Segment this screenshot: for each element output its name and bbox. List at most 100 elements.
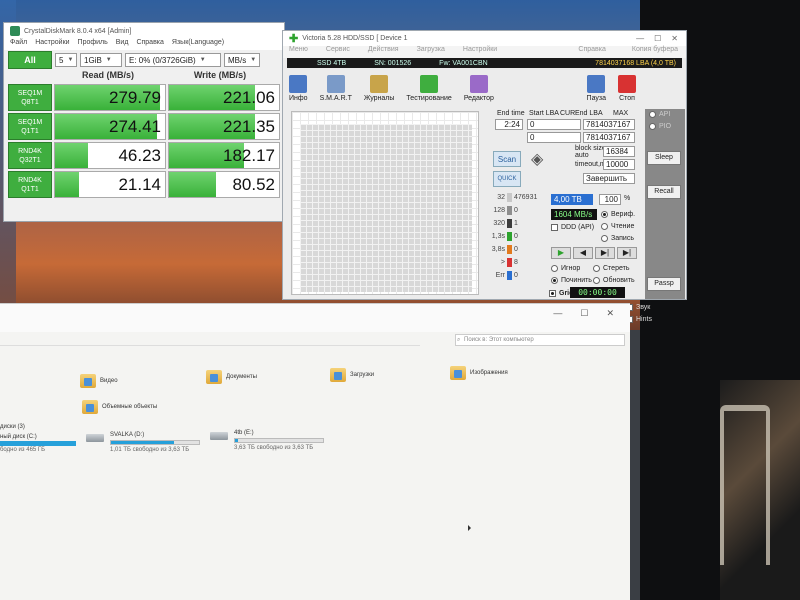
address-bar[interactable]	[0, 334, 420, 346]
window-controls: — ☐ ✕	[636, 34, 686, 43]
vic-menu-help[interactable]: Справка	[578, 46, 613, 58]
erase-option[interactable]: Стереть	[593, 265, 629, 272]
latency-swatch	[507, 245, 512, 254]
minimize-icon[interactable]: —	[636, 34, 644, 43]
all-button[interactable]: All	[8, 51, 52, 69]
remap-option[interactable]: Починить	[551, 277, 592, 284]
test-button[interactable]: SEQ1M Q8T1	[8, 84, 52, 111]
vic-menu-clipboard[interactable]: Копия буфера	[632, 46, 686, 58]
stop-button[interactable]: Стоп	[618, 75, 636, 102]
drive-d[interactable]: SVALKA (D:) 1,01 ТБ свободно из 3,63 ТБ	[86, 432, 206, 456]
count-select[interactable]: 5 ▼	[55, 53, 77, 67]
latency-count: 0	[514, 246, 518, 253]
search-input[interactable]: ⌕ Поиск в: Этот компьютер	[455, 334, 625, 346]
vic-menu-actions[interactable]: Действия	[368, 46, 399, 58]
refresh-option[interactable]: Обновить	[593, 277, 635, 284]
pause-button[interactable]: Пауза	[587, 75, 606, 102]
cdm-menu-help[interactable]: Справка	[136, 39, 163, 50]
latency-threshold: >	[500, 259, 505, 266]
read-option[interactable]: Чтение	[601, 223, 634, 230]
test-button[interactable]: SEQ1M Q1T1	[8, 113, 52, 140]
back-button[interactable]: ◀	[573, 247, 593, 259]
end-lba-field[interactable]: 7814037167	[583, 119, 635, 130]
vic-menu-main[interactable]: Меню	[289, 46, 308, 58]
close-icon[interactable]: ✕	[606, 308, 614, 319]
count-value: 5	[59, 55, 64, 65]
test-name: SEQ1M	[17, 89, 43, 97]
cdm-menu-view[interactable]: Вид	[116, 39, 129, 50]
cdm-menu-file[interactable]: Файл	[10, 39, 27, 50]
verify-option[interactable]: Вериф.	[601, 211, 635, 218]
vic-menu-load[interactable]: Загрузка	[417, 46, 445, 58]
latency-threshold: Err	[495, 272, 505, 279]
device-firmware: Fw: VA001CBN	[439, 59, 488, 67]
unit-value: MB/s	[228, 55, 247, 65]
unit-select[interactable]: MB/s ▼	[224, 53, 260, 67]
test-button[interactable]: RND4K Q1T1	[8, 171, 52, 198]
write-value: 80.52	[232, 175, 275, 194]
drive-select[interactable]: E: 0% (0/3726GiB) ▼	[125, 53, 221, 67]
hints-label: Hints	[636, 316, 652, 323]
write-option[interactable]: Запись	[601, 235, 634, 242]
close-icon[interactable]: ✕	[671, 34, 678, 43]
action-select[interactable]: Завершить	[583, 173, 635, 184]
refresh-label: Обновить	[603, 277, 635, 284]
api-option[interactable]: API	[649, 111, 670, 118]
sleep-button[interactable]: Sleep	[647, 151, 681, 165]
folder-pictures[interactable]: Изображения	[450, 366, 508, 380]
vic-menu-service[interactable]: Сервис	[326, 46, 350, 58]
folder-documents[interactable]: Документы	[206, 370, 257, 384]
size-select[interactable]: 1GiB ▼	[80, 53, 122, 67]
end-button[interactable]: ▶|	[617, 247, 637, 259]
chevron-down-icon: ▼	[105, 57, 112, 63]
latency-legend-row: 3,8s 0	[489, 243, 537, 256]
ignore-option[interactable]: Игнор	[551, 265, 580, 272]
recall-button[interactable]: Recall	[647, 185, 681, 199]
folder-3d-objects[interactable]: Объемные объекты	[82, 400, 157, 414]
explorer-titlebar[interactable]: — ☐ ✕	[0, 304, 630, 332]
pio-label: PIO	[659, 123, 672, 130]
ddd-option[interactable]: DDD (API)	[551, 224, 594, 231]
auto-label: auto	[575, 152, 589, 159]
folder-label: Изображения	[470, 370, 508, 376]
drive-c[interactable]: диски (3) ный диск (C:) бодно из 465 ГБ	[0, 424, 76, 453]
read-header: Read (MB/s)	[81, 70, 134, 80]
editor-tab[interactable]: Редактор	[464, 75, 494, 102]
3d-objects-folder-icon	[82, 400, 98, 414]
cdm-menu-language[interactable]: Язык(Language)	[172, 39, 224, 50]
testing-tab[interactable]: Тестирование	[406, 75, 452, 102]
info-tab[interactable]: Инфо	[289, 75, 308, 102]
logs-label: Журналы	[363, 95, 395, 102]
latency-swatch	[507, 271, 512, 280]
play-button[interactable]: ▶	[551, 247, 571, 259]
cdm-titlebar[interactable]: CrystalDiskMark 8.0.4 x64 [Admin]	[4, 23, 284, 39]
logs-tab[interactable]: Журналы	[363, 75, 395, 102]
drive-e[interactable]: 4tb (E:) 3,63 ТБ свободно из 3,63 ТБ	[210, 430, 330, 454]
folder-videos[interactable]: Видео	[80, 374, 118, 388]
victoria-window: ✚ Victoria 5.28 HDD/SSD [ Device 1 — ☐ ✕…	[282, 30, 687, 300]
quick-button[interactable]: QUICK	[493, 171, 521, 187]
block-size-field[interactable]: 16384	[603, 146, 635, 157]
scan-button[interactable]: Scan	[493, 151, 521, 167]
ignore-radio	[551, 265, 558, 272]
vic-menu-settings[interactable]: Настройки	[463, 46, 497, 58]
timeout-field[interactable]: 10000	[603, 159, 635, 170]
read-fill	[55, 172, 80, 197]
test-button[interactable]: RND4K Q32T1	[8, 142, 52, 169]
maximize-icon[interactable]: ☐	[580, 308, 588, 319]
smart-tab[interactable]: S.M.A.R.T	[320, 75, 352, 102]
folder-downloads[interactable]: Загрузки	[330, 368, 374, 382]
victoria-titlebar[interactable]: ✚ Victoria 5.28 HDD/SSD [ Device 1 — ☐ ✕	[283, 31, 686, 46]
direction-arrows-icon[interactable]: ◈	[531, 149, 543, 169]
cdm-menu-profile[interactable]: Профиль	[78, 39, 108, 50]
maximize-icon[interactable]: ☐	[654, 34, 661, 43]
latency-threshold: 3,8s	[491, 246, 505, 253]
minimize-icon[interactable]: —	[553, 308, 562, 319]
passport-button[interactable]: Passp	[647, 277, 681, 291]
cdm-menu-settings[interactable]: Настройки	[35, 39, 69, 50]
skip-button[interactable]: ▶|	[595, 247, 615, 259]
pio-option[interactable]: PIO	[649, 123, 671, 130]
start-lba-field[interactable]: 0	[527, 119, 581, 130]
latency-legend: 32 476931 128 0 320 1 1,3s 0 3,8s 0 >8 Err 0	[489, 191, 537, 282]
test-name: SEQ1M	[17, 118, 43, 126]
